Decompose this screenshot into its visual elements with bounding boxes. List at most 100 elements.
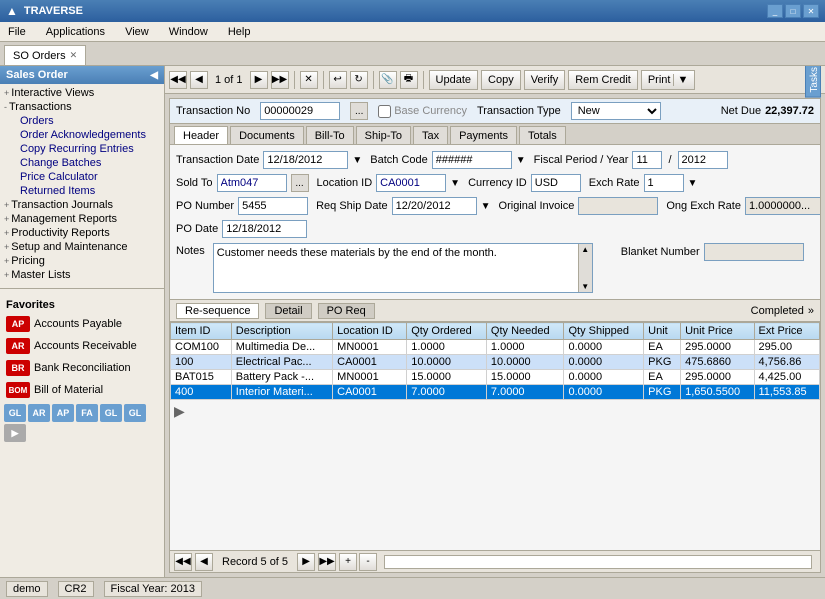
fiscal-period-input[interactable] bbox=[632, 151, 662, 169]
print-button[interactable]: Print ▼ bbox=[641, 70, 696, 90]
exch-rate-input[interactable] bbox=[644, 174, 684, 192]
maximize-button[interactable]: □ bbox=[785, 4, 801, 18]
minimize-button[interactable]: _ bbox=[767, 4, 783, 18]
quick-icon-ar[interactable]: AR bbox=[28, 404, 50, 422]
table-tab-resequence[interactable]: Re-sequence bbox=[176, 303, 259, 319]
sidebar-item-price-calc[interactable]: Price Calculator bbox=[0, 170, 164, 184]
fiscal-year-input[interactable] bbox=[678, 151, 728, 169]
menu-file[interactable]: File bbox=[4, 24, 30, 40]
table-row[interactable]: BAT015 Battery Pack -... MN0001 15.0000 … bbox=[171, 370, 820, 385]
sold-to-dots-button[interactable]: ... bbox=[291, 174, 309, 192]
sidebar-item-master-lists[interactable]: + Master Lists bbox=[0, 268, 164, 282]
remove-record-button[interactable]: - bbox=[359, 553, 377, 571]
sidebar-item-mgmt-reports[interactable]: + Management Reports bbox=[0, 212, 164, 226]
sidebar-item-setup[interactable]: + Setup and Maintenance bbox=[0, 240, 164, 254]
back-button[interactable]: ↩ bbox=[329, 71, 347, 89]
tab-tax[interactable]: Tax bbox=[413, 126, 448, 144]
tab-header[interactable]: Header bbox=[174, 126, 228, 144]
tab-bill-to[interactable]: Bill-To bbox=[306, 126, 354, 144]
attach-button[interactable]: 📎 bbox=[379, 71, 397, 89]
add-row-icon[interactable]: ▶ bbox=[174, 403, 185, 419]
table-tab-po-req[interactable]: PO Req bbox=[318, 303, 375, 319]
sold-to-input[interactable] bbox=[217, 174, 287, 192]
table-add-row[interactable]: ▶ bbox=[170, 400, 820, 423]
fav-accounts-receivable[interactable]: AR Accounts Receivable bbox=[0, 335, 164, 357]
sidebar-item-order-ack[interactable]: Order Acknowledgements bbox=[0, 128, 164, 142]
sidebar-item-pricing[interactable]: + Pricing bbox=[0, 254, 164, 268]
fav-bank-reconciliation[interactable]: BR Bank Reconciliation bbox=[0, 357, 164, 379]
base-currency-checkbox[interactable] bbox=[378, 105, 391, 118]
ong-exch-rate-input[interactable] bbox=[745, 197, 821, 215]
bottom-scrollbar[interactable] bbox=[384, 555, 812, 569]
menu-help[interactable]: Help bbox=[224, 24, 255, 40]
tab-so-orders[interactable]: SO Orders ✕ bbox=[4, 45, 86, 65]
scroll-up-icon[interactable]: ▲ bbox=[579, 244, 592, 255]
fav-bill-of-material[interactable]: BOM Bill of Material bbox=[0, 379, 164, 401]
menu-applications[interactable]: Applications bbox=[42, 24, 109, 40]
exch-rate-dropdown-icon[interactable]: ▼ bbox=[688, 178, 698, 189]
bottom-nav-next[interactable]: ▶ bbox=[297, 553, 315, 571]
batch-code-dropdown-icon[interactable]: ▼ bbox=[516, 155, 526, 166]
sidebar-item-returned-items[interactable]: Returned Items bbox=[0, 184, 164, 198]
bottom-nav-last[interactable]: ▶▶ bbox=[318, 553, 336, 571]
quick-icon-gl3[interactable]: GL bbox=[124, 404, 146, 422]
sidebar-collapse-icon[interactable]: ◀ bbox=[150, 70, 158, 81]
original-invoice-input[interactable] bbox=[578, 197, 658, 215]
print-dropdown-icon[interactable]: ▼ bbox=[673, 74, 688, 86]
sidebar-item-trans-journals[interactable]: + Transaction Journals bbox=[0, 198, 164, 212]
sidebar-item-interactive-views[interactable]: + Interactive Views bbox=[0, 86, 164, 100]
delete-button[interactable]: ✕ bbox=[300, 71, 318, 89]
menu-view[interactable]: View bbox=[121, 24, 153, 40]
req-ship-calendar-icon[interactable]: ▼ bbox=[481, 201, 491, 212]
po-date-input[interactable] bbox=[222, 220, 307, 238]
nav-prev-button[interactable]: ◀ bbox=[190, 71, 208, 89]
tab-documents[interactable]: Documents bbox=[230, 126, 304, 144]
nav-next-button[interactable]: ▶ bbox=[250, 71, 268, 89]
table-row[interactable]: COM100 Multimedia De... MN0001 1.0000 1.… bbox=[171, 340, 820, 355]
tab-totals[interactable]: Totals bbox=[519, 126, 566, 144]
menu-window[interactable]: Window bbox=[165, 24, 212, 40]
bottom-nav-first[interactable]: ◀◀ bbox=[174, 553, 192, 571]
quick-icon-gl[interactable]: GL bbox=[4, 404, 26, 422]
close-button[interactable]: ✕ bbox=[803, 4, 819, 18]
trans-type-select[interactable]: New bbox=[571, 102, 661, 120]
sidebar-item-transactions[interactable]: - Transactions bbox=[0, 100, 164, 114]
refresh-button[interactable]: ↻ bbox=[350, 71, 368, 89]
fav-accounts-payable[interactable]: AP Accounts Payable bbox=[0, 313, 164, 335]
sidebar-item-productivity[interactable]: + Productivity Reports bbox=[0, 226, 164, 240]
table-row-selected[interactable]: 400 Interior Materi... CA0001 7.0000 7.0… bbox=[171, 385, 820, 400]
tab-close-icon[interactable]: ✕ bbox=[70, 50, 78, 61]
bottom-nav-prev[interactable]: ◀ bbox=[195, 553, 213, 571]
rem-credit-button[interactable]: Rem Credit bbox=[568, 70, 638, 90]
trans-no-dots-button[interactable]: ... bbox=[350, 102, 368, 120]
nav-last-button[interactable]: ▶▶ bbox=[271, 71, 289, 89]
po-number-input[interactable] bbox=[238, 197, 308, 215]
quick-icon-more[interactable]: ▶ bbox=[4, 424, 26, 442]
location-dropdown-icon[interactable]: ▼ bbox=[450, 178, 460, 189]
notes-area[interactable]: Customer needs these materials by the en… bbox=[213, 243, 593, 293]
table-row[interactable]: 100 Electrical Pac... CA0001 10.0000 10.… bbox=[171, 355, 820, 370]
tab-ship-to[interactable]: Ship-To bbox=[356, 126, 411, 144]
copy-button[interactable]: Copy bbox=[481, 70, 521, 90]
print-small-button[interactable]: 🖶 bbox=[400, 71, 418, 89]
tasks-tab[interactable]: Tasks bbox=[805, 66, 821, 97]
scroll-down-icon[interactable]: ▼ bbox=[579, 281, 592, 292]
trans-date-calendar-icon[interactable]: ▼ bbox=[352, 155, 362, 166]
table-tab-detail[interactable]: Detail bbox=[265, 303, 311, 319]
sidebar-item-orders[interactable]: Orders bbox=[0, 114, 164, 128]
batch-code-input[interactable] bbox=[432, 151, 512, 169]
quick-icon-gl2[interactable]: GL bbox=[100, 404, 122, 422]
nav-first-button[interactable]: ◀◀ bbox=[169, 71, 187, 89]
blanket-number-input[interactable] bbox=[704, 243, 804, 261]
add-record-button[interactable]: + bbox=[339, 553, 357, 571]
quick-icon-ap[interactable]: AP bbox=[52, 404, 74, 422]
transaction-no-input[interactable] bbox=[260, 102, 340, 120]
sidebar-item-change-batches[interactable]: Change Batches bbox=[0, 156, 164, 170]
verify-button[interactable]: Verify bbox=[524, 70, 566, 90]
notes-scrollbar[interactable]: ▲ ▼ bbox=[578, 244, 592, 292]
sidebar-item-copy-recurring[interactable]: Copy Recurring Entries bbox=[0, 142, 164, 156]
currency-id-input[interactable] bbox=[531, 174, 581, 192]
tab-payments[interactable]: Payments bbox=[450, 126, 517, 144]
update-button[interactable]: Update bbox=[429, 70, 478, 90]
quick-icon-fa[interactable]: FA bbox=[76, 404, 98, 422]
